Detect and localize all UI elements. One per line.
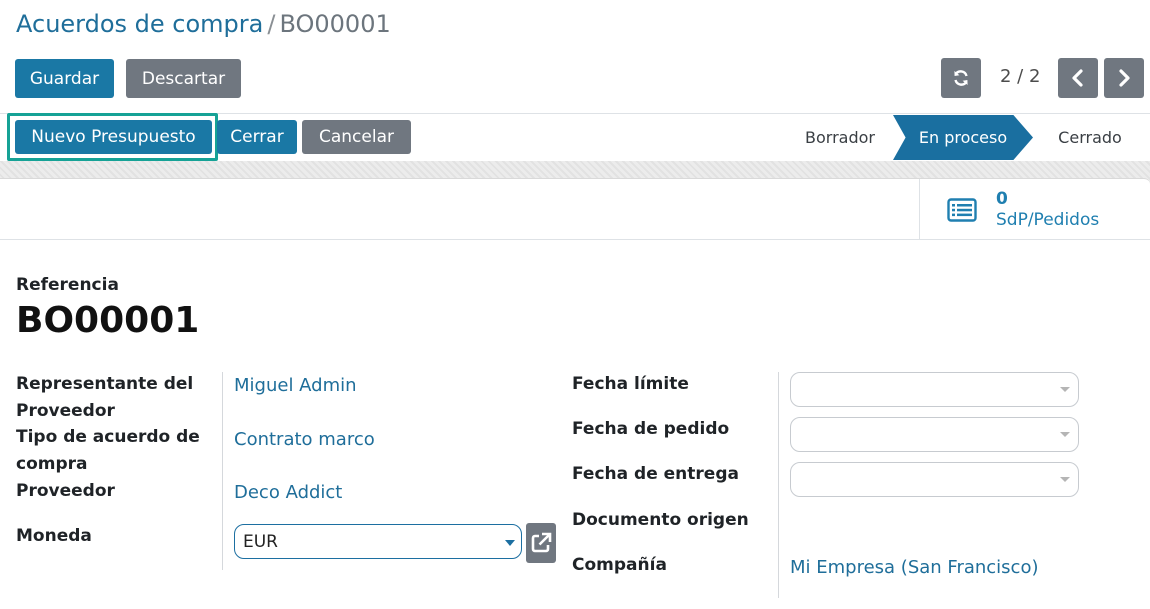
chevron-left-icon [1072, 69, 1083, 87]
chevron-right-icon [1119, 69, 1130, 87]
reload-button[interactable] [941, 58, 981, 98]
chevron-down-icon [1060, 387, 1070, 392]
refresh-icon [954, 70, 968, 86]
deadline-label: Fecha límite [572, 374, 689, 394]
company-label: Compañía [572, 555, 667, 575]
cancel-button[interactable]: Cancelar [302, 120, 411, 154]
button-box-divider [0, 239, 1150, 240]
smart-button-orders[interactable] [947, 198, 977, 226]
representative-value[interactable]: Miguel Admin [234, 372, 357, 399]
status-closed[interactable]: Cerrado [1040, 115, 1140, 160]
right-group-divider [778, 372, 779, 598]
list-icon [947, 198, 977, 222]
currency-value: EUR [243, 531, 278, 552]
save-button[interactable]: Guardar [15, 59, 114, 98]
chevron-down-icon [1060, 477, 1070, 482]
delivery-date-input[interactable] [790, 462, 1079, 497]
breadcrumb-separator: / [267, 10, 276, 38]
left-group-divider [222, 372, 223, 570]
deadline-input[interactable] [790, 372, 1079, 407]
pager-previous-button[interactable] [1058, 58, 1098, 98]
breadcrumb: Acuerdos de compra / BO00001 [16, 10, 391, 38]
button-box-separator [919, 179, 920, 239]
chevron-down-icon [1060, 432, 1070, 437]
delivery-date-label: Fecha de entrega [572, 464, 739, 484]
order-date-label: Fecha de pedido [572, 419, 730, 439]
smart-button-count[interactable]: 0 [996, 189, 1008, 209]
highlight-frame [7, 113, 218, 161]
reference-title: BO00001 [16, 300, 200, 341]
currency-select[interactable]: EUR [234, 524, 522, 559]
discard-button[interactable]: Descartar [126, 59, 241, 98]
external-link-icon [531, 532, 552, 553]
status-in-progress[interactable]: En proceso [893, 115, 1033, 160]
agreement-type-value[interactable]: Contrato marco [234, 426, 375, 453]
reference-label: Referencia [16, 275, 119, 295]
smart-button-label[interactable]: SdP/Pedidos [996, 210, 1099, 230]
status-draft[interactable]: Borrador [790, 115, 890, 160]
breadcrumb-current: BO00001 [279, 10, 391, 38]
pager-next-button[interactable] [1104, 58, 1144, 98]
chevron-down-icon [505, 540, 515, 546]
order-date-input[interactable] [790, 417, 1079, 452]
company-value[interactable]: Mi Empresa (San Francisco) [790, 554, 1039, 581]
breadcrumb-parent-link[interactable]: Acuerdos de compra [16, 10, 263, 38]
currency-label: Moneda [16, 526, 92, 546]
pager-value[interactable]: 2 / 2 [1000, 66, 1040, 87]
source-document-label: Documento origen [572, 510, 749, 530]
close-button[interactable]: Cerrar [217, 120, 297, 154]
external-link-button[interactable] [526, 523, 556, 563]
vendor-label: Proveedor [16, 481, 115, 501]
agreement-type-label: Tipo de acuerdo de compra [16, 427, 200, 474]
representative-label: Representante del Proveedor [16, 374, 194, 421]
vendor-value[interactable]: Deco Addict [234, 479, 342, 506]
